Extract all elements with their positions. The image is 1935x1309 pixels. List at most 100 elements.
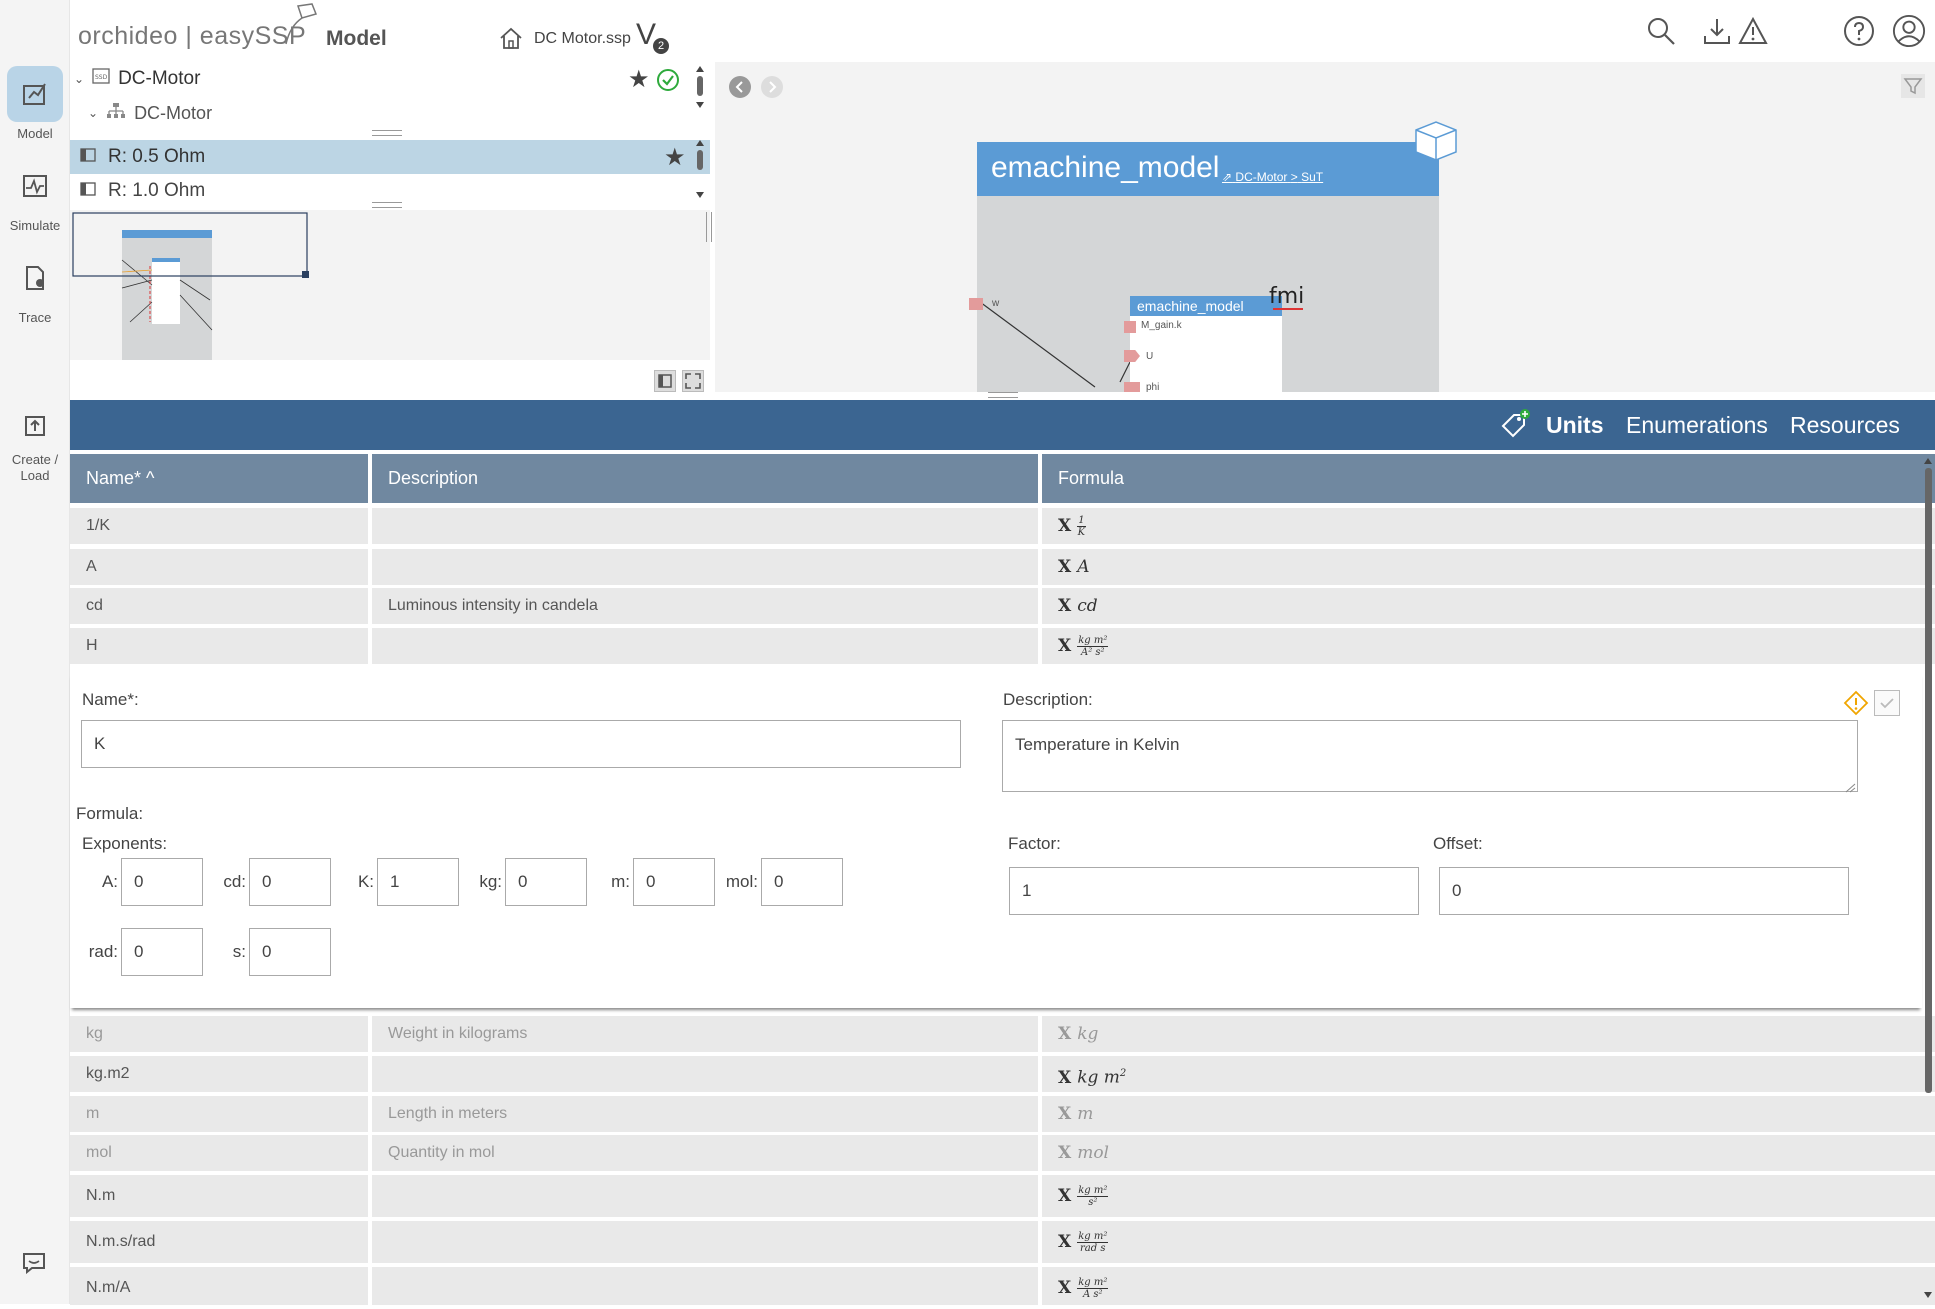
port-w[interactable] <box>969 298 983 310</box>
parameter-set-icon <box>80 180 96 202</box>
tree-resize-handle[interactable] <box>372 130 402 136</box>
exponent-input-cd[interactable]: 0 <box>249 858 331 906</box>
column-header-name-label: Name* ^ <box>86 468 155 488</box>
cell-formula: Xm <box>1042 1096 1935 1132</box>
chevron-down-icon[interactable]: ⌄ <box>88 106 98 120</box>
cell-name: kg.m2 <box>70 1056 368 1092</box>
cell-description <box>372 1221 1038 1263</box>
home-icon[interactable] <box>498 26 524 55</box>
tree-item-label: R: 1.0 Ohm <box>108 180 206 201</box>
component-block[interactable]: emachine_model <box>1130 296 1282 392</box>
tree-scrollbar[interactable] <box>694 62 706 210</box>
rail-trace-label: Trace <box>18 310 52 325</box>
file-name[interactable]: DC Motor.ssp <box>534 30 631 48</box>
fmi-logo: fmi <box>1269 284 1305 309</box>
tree-item-subsystem[interactable]: ⌄ DC-Motor <box>70 96 710 130</box>
column-header-formula-label: Formula <box>1058 468 1125 488</box>
offset-label: Offset: <box>1433 834 1483 853</box>
tree-item-root[interactable]: ⌄ SSD DC-Motor ★ <box>70 62 710 96</box>
exponent-input-s[interactable]: 0 <box>249 928 331 976</box>
apply-check-button[interactable] <box>1874 690 1900 716</box>
cube-logo-icon <box>284 2 324 51</box>
tab-units[interactable]: Units <box>1546 412 1604 439</box>
factor-input[interactable]: 1 <box>1009 867 1419 915</box>
cell-description: Luminous intensity in candela <box>372 588 1038 624</box>
rail-simulate[interactable]: Simulate <box>0 158 70 233</box>
cell-name: cd <box>70 588 368 624</box>
exponent-input-k[interactable]: 1 <box>377 858 459 906</box>
exponent-label-m: m: <box>611 872 630 891</box>
canvas-resize-handle[interactable] <box>988 392 1018 398</box>
port-phi[interactable] <box>1124 382 1140 392</box>
cell-description: Weight in kilograms <box>372 1016 1038 1052</box>
tag-add-icon[interactable] <box>1498 408 1532 447</box>
star-icon[interactable]: ★ <box>628 65 650 94</box>
cell-name: kg <box>70 1016 368 1052</box>
help-icon[interactable] <box>1842 14 1876 48</box>
cell-description: Length in meters <box>372 1096 1038 1132</box>
tab-enumerations[interactable]: Enumerations <box>1626 412 1768 439</box>
star-icon[interactable]: ★ <box>664 143 686 172</box>
rail-create-load[interactable]: Create / Load <box>0 404 70 484</box>
factor-label: Factor: <box>1008 834 1061 853</box>
resize-grip-icon[interactable] <box>1844 780 1856 793</box>
table-scrollbar[interactable] <box>1922 454 1935 1304</box>
exponent-input-m[interactable]: 0 <box>633 858 715 906</box>
cell-description <box>372 1267 1038 1305</box>
rail-trace[interactable]: Trace <box>0 250 70 325</box>
offset-input[interactable]: 0 <box>1439 867 1849 915</box>
cell-name: H <box>70 628 368 664</box>
component-name: emachine_model <box>1130 296 1282 316</box>
column-header-description-label: Description <box>388 468 479 488</box>
cell-formula: Xmol <box>1042 1135 1935 1171</box>
exponent-input-rad[interactable]: 0 <box>121 928 203 976</box>
description-textarea[interactable]: Temperature in Kelvin <box>1002 720 1858 792</box>
column-header-name[interactable]: Name* ^ <box>70 454 368 503</box>
ssd-file-icon: SSD <box>92 67 110 91</box>
fullscreen-icon[interactable] <box>682 370 704 392</box>
cell-name: 1/K <box>70 508 368 544</box>
port-label-phi: phi <box>1146 382 1160 392</box>
chevron-down-icon[interactable]: ⌄ <box>74 72 84 86</box>
exponent-input-mol[interactable]: 0 <box>761 858 843 906</box>
model-canvas[interactable]: emachine_model ⇗ DC-Motor > SuT w emachi… <box>715 62 1935 392</box>
download-icon[interactable] <box>1700 14 1734 48</box>
cell-formula: Xcd <box>1042 588 1935 624</box>
description-label: Description: <box>1003 690 1093 709</box>
cell-name: A <box>70 549 368 585</box>
exponent-input-kg[interactable]: 0 <box>505 858 587 906</box>
rail-model[interactable]: Model <box>0 66 70 141</box>
simulate-icon <box>7 158 63 214</box>
overview-minimap[interactable] <box>70 210 710 362</box>
upload-icon <box>7 404 63 448</box>
search-icon[interactable] <box>1644 14 1678 48</box>
exponent-label-a: A: <box>101 872 118 891</box>
rail-simulate-label: Simulate <box>9 218 61 233</box>
tree-resize-handle[interactable] <box>372 202 402 208</box>
cell-formula: Xkg m² rad s <box>1042 1221 1935 1263</box>
exponent-label-mol: mol: <box>725 872 758 891</box>
tree-item-param-set-1[interactable]: R: 0.5 Ohm ★ <box>70 140 710 174</box>
cell-description: Quantity in mol <box>372 1135 1038 1171</box>
warning-diamond-icon[interactable] <box>1843 690 1869 721</box>
cell-formula: X1K <box>1042 508 1935 544</box>
exponent-label-kg: kg: <box>479 872 502 891</box>
cell-name: mol <box>70 1135 368 1171</box>
cell-name: m <box>70 1096 368 1132</box>
warning-icon[interactable] <box>1736 14 1770 48</box>
tab-resources[interactable]: Resources <box>1790 412 1900 439</box>
column-header-formula[interactable]: Formula <box>1042 454 1935 503</box>
cell-formula: Xkg m2 <box>1042 1056 1935 1092</box>
hierarchy-icon <box>106 102 126 125</box>
cell-formula: Xkg m² A² s² <box>1042 628 1935 664</box>
column-header-description[interactable]: Description <box>372 454 1038 503</box>
version-badge: 2 <box>653 38 669 54</box>
exponents-label: Exponents: <box>82 834 168 853</box>
port-label-u: U <box>1146 351 1154 362</box>
name-input[interactable]: K <box>81 720 961 768</box>
collapse-panel-icon[interactable] <box>654 370 676 392</box>
panel-splitter-handle[interactable] <box>706 212 712 242</box>
user-avatar-icon[interactable] <box>1892 14 1926 48</box>
feedback-icon[interactable] <box>22 1252 46 1279</box>
port-m-gain[interactable] <box>1124 321 1136 333</box>
